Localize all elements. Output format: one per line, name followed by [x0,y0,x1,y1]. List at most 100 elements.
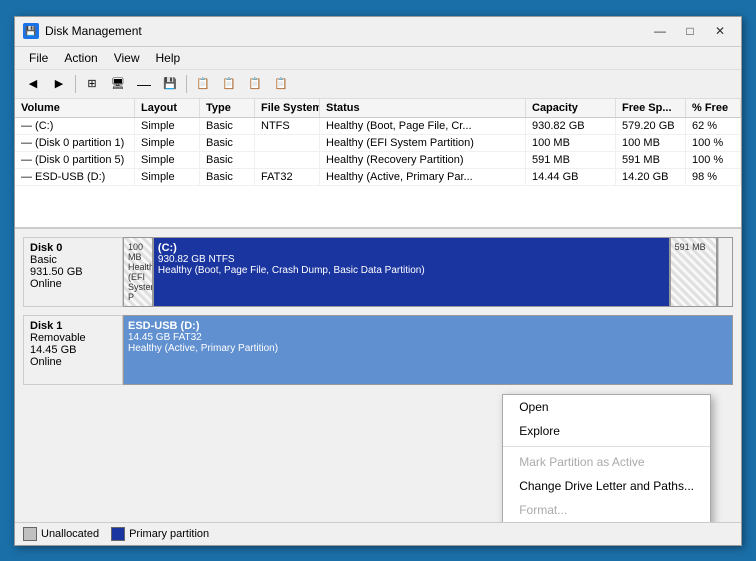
disk-0-type: Basic [30,254,116,266]
menu-action[interactable]: Action [56,49,105,67]
legend: Unallocated Primary partition [15,522,741,545]
cell-free: 100 MB [616,135,686,151]
back-button[interactable]: ◀ [21,73,45,95]
header-volume[interactable]: Volume [15,99,135,117]
minimize-button[interactable]: — [647,21,673,41]
cell-capacity: 930.82 GB [526,118,616,134]
cell-volume: — (Disk 0 partition 5) [15,152,135,168]
titlebar: 💾 Disk Management — □ ✕ [15,17,741,47]
cell-status: Healthy (Active, Primary Par... [320,169,526,185]
header-filesystem[interactable]: File System [255,99,320,117]
legend-unallocated-label: Unallocated [41,528,99,540]
table-row[interactable]: — (Disk 0 partition 5) Simple Basic Heal… [15,152,741,169]
ctx-open[interactable]: Open [503,395,710,419]
menu-view[interactable]: View [106,49,148,67]
disk-0-part-efi[interactable]: 100 MB Healthy (EFI System P [124,238,154,306]
cell-type: Basic [200,169,255,185]
cell-status: Healthy (Recovery Partition) [320,152,526,168]
ctx-explore[interactable]: Explore [503,419,710,443]
ctx-change-letter[interactable]: Change Drive Letter and Paths... [503,474,710,498]
toolbar-separator-2 [186,75,187,93]
cell-pct: 62 % [686,118,741,134]
header-capacity[interactable]: Capacity [526,99,616,117]
disk-0-part-recovery[interactable]: 591 MB [671,238,719,306]
disk-1-partitions: ESD-USB (D:) 14.45 GB FAT32 Healthy (Act… [123,315,733,385]
scrollbar[interactable] [718,238,732,306]
forward-button[interactable]: ▶ [47,73,71,95]
window-title: Disk Management [45,24,142,38]
cell-volume: — (Disk 0 partition 1) [15,135,135,151]
part-label: (C:) [158,242,665,254]
toolbar-btn-9[interactable]: 📋 [243,73,267,95]
part-desc: Healthy (EFI System P [128,262,148,302]
disk-0-partitions: 100 MB Healthy (EFI System P (C:) 930.82… [123,237,733,307]
header-layout[interactable]: Layout [135,99,200,117]
disk-1-part-usb[interactable]: ESD-USB (D:) 14.45 GB FAT32 Healthy (Act… [124,316,732,384]
table-row[interactable]: — (C:) Simple Basic NTFS Healthy (Boot, … [15,118,741,135]
cell-capacity: 591 MB [526,152,616,168]
toolbar-separator-1 [75,75,76,93]
toolbar-btn-8[interactable]: 📋 [217,73,241,95]
cell-volume: — (C:) [15,118,135,134]
cell-fs [255,152,320,168]
toolbar-btn-4[interactable]: 🖥 [106,73,130,95]
table-header: Volume Layout Type File System Status Ca… [15,99,741,118]
volume-table: Volume Layout Type File System Status Ca… [15,99,741,229]
legend-unallocated-box [23,527,37,541]
part-desc: Healthy (Active, Primary Partition) [128,343,728,354]
disk-0-row: Disk 0 Basic 931.50 GB Online 100 MB Hea… [23,237,733,307]
cell-layout: Simple [135,169,200,185]
cell-free: 14.20 GB [616,169,686,185]
table-row[interactable]: — (Disk 0 partition 1) Simple Basic Heal… [15,135,741,152]
part-desc: Healthy (Boot, Page File, Crash Dump, Ba… [158,265,665,276]
ctx-sep-1 [503,446,710,447]
menu-help[interactable]: Help [148,49,189,67]
cell-status: Healthy (EFI System Partition) [320,135,526,151]
disk-0-part-c[interactable]: (C:) 930.82 GB NTFS Healthy (Boot, Page … [154,238,671,306]
disk-0-info: Disk 0 Basic 931.50 GB Online [23,237,123,307]
disk-1-name: Disk 1 [30,320,116,332]
cell-layout: Simple [135,152,200,168]
cell-status: Healthy (Boot, Page File, Cr... [320,118,526,134]
main-content: Volume Layout Type File System Status Ca… [15,99,741,545]
toolbar-btn-6[interactable]: 💾 [158,73,182,95]
cell-pct: 98 % [686,169,741,185]
cell-fs: NTFS [255,118,320,134]
cell-capacity: 14.44 GB [526,169,616,185]
header-status[interactable]: Status [320,99,526,117]
part-size: 14.45 GB FAT32 [128,332,728,343]
cell-layout: Simple [135,135,200,151]
app-icon: 💾 [23,23,39,39]
header-type[interactable]: Type [200,99,255,117]
disk-management-window: 💾 Disk Management — □ ✕ File Action View… [14,16,742,546]
toolbar-btn-3[interactable]: ⊞ [80,73,104,95]
toolbar-btn-7[interactable]: 📋 [191,73,215,95]
close-button[interactable]: ✕ [707,21,733,41]
cell-type: Basic [200,135,255,151]
toolbar-btn-5[interactable]: — [132,73,156,95]
cell-type: Basic [200,152,255,168]
part-size: 930.82 GB NTFS [158,254,665,265]
header-freespace[interactable]: Free Sp... [616,99,686,117]
cell-fs: FAT32 [255,169,320,185]
titlebar-controls: — □ ✕ [647,21,733,41]
cell-free: 591 MB [616,152,686,168]
disk-1-status: Online [30,356,116,368]
disk-1-size: 14.45 GB [30,344,116,356]
cell-volume: — ESD-USB (D:) [15,169,135,185]
table-row[interactable]: — ESD-USB (D:) Simple Basic FAT32 Health… [15,169,741,186]
disk-0-name: Disk 0 [30,242,116,254]
legend-primary: Primary partition [111,527,209,541]
disk-0-status: Online [30,278,116,290]
cell-pct: 100 % [686,152,741,168]
menu-file[interactable]: File [21,49,56,67]
menubar: File Action View Help [15,47,741,70]
ctx-format: Format... [503,498,710,522]
toolbar-btn-10[interactable]: 📋 [269,73,293,95]
titlebar-left: 💾 Disk Management [23,23,142,39]
maximize-button[interactable]: □ [677,21,703,41]
toolbar: ◀ ▶ ⊞ 🖥 — 💾 📋 📋 📋 📋 [15,70,741,99]
ctx-mark-active: Mark Partition as Active [503,450,710,474]
disk-1-type: Removable [30,332,116,344]
header-pct[interactable]: % Free [686,99,741,117]
